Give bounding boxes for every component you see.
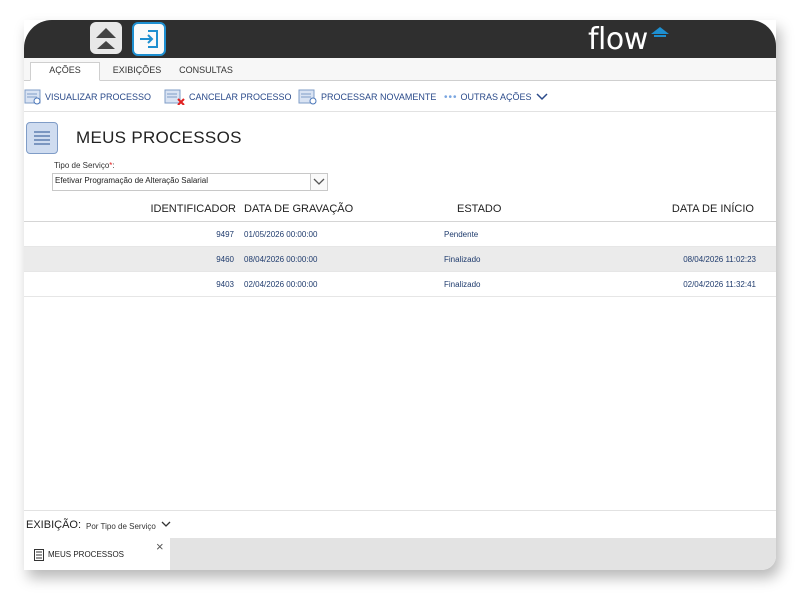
processes-icon [26, 122, 58, 154]
cell-id: 9460 [216, 255, 234, 264]
view-label: EXIBIÇÃO: [26, 519, 82, 531]
label-colon: : [112, 161, 115, 170]
more-actions-button[interactable]: ••• Outras Ações [444, 89, 552, 105]
dots-icon: ••• [444, 91, 458, 103]
page-title: MEUS PROCESSOS [76, 128, 242, 147]
app-window: flow Ações Exibições Consultas Visualiza… [24, 20, 776, 570]
table-row[interactable]: 9497 01/05/2026 00:00:00 Pendente [24, 222, 776, 247]
view-process-label: Visualizar Processo [45, 92, 152, 102]
logo-triangle-icon [651, 27, 669, 37]
tab-bar: Ações Exibições Consultas [24, 58, 776, 81]
table-header: Identificador Data de Gravação Estado Da… [24, 197, 776, 222]
cancel-process-icon [164, 89, 185, 105]
cell-saved: 02/04/2026 00:00:00 [244, 280, 318, 289]
tab-acoes[interactable]: Ações [30, 62, 100, 81]
cell-state: Pendente [444, 230, 479, 239]
cancel-process-label: Cancelar Processo [189, 92, 292, 102]
table-row[interactable]: 9403 02/04/2026 00:00:00 Finalizado 02/0… [24, 272, 776, 297]
service-type-value: Efetivar Programação de Alteração Salari… [55, 176, 208, 185]
cell-id: 9497 [216, 230, 234, 239]
cancel-process-button[interactable]: Cancelar Processo [164, 89, 292, 105]
home-button[interactable] [90, 22, 122, 54]
reprocess-label: Processar Novamente [321, 92, 437, 102]
view-value: Por Tipo de Serviço [86, 522, 156, 531]
cell-saved: 08/04/2026 00:00:00 [244, 255, 318, 264]
cell-start: 08/04/2026 11:02:23 [683, 255, 756, 264]
more-actions-label: Outras Ações [460, 92, 532, 102]
col-estado[interactable]: Estado [457, 203, 501, 215]
cell-saved: 01/05/2026 00:00:00 [244, 230, 318, 239]
col-identificador[interactable]: Identificador [150, 203, 236, 215]
view-selector[interactable]: Por Tipo de Serviço [86, 521, 172, 531]
home-icon [96, 28, 116, 49]
cell-state: Finalizado [444, 255, 481, 264]
select-dropdown-button[interactable] [310, 174, 327, 190]
service-type-select[interactable]: Efetivar Programação de Alteração Salari… [52, 173, 328, 191]
processes-table: Identificador Data de Gravação Estado Da… [24, 197, 776, 297]
flow-logo: flow [588, 22, 669, 58]
chevron-down-icon [161, 521, 171, 527]
col-data-inicio[interactable]: Data de Início [672, 203, 754, 215]
task-meus-processos[interactable]: Meus Processos × [24, 538, 170, 570]
cell-state: Finalizado [444, 280, 481, 289]
col-data-gravacao[interactable]: Data de Gravação [244, 203, 353, 215]
service-type-label: Tipo de Serviço*: [54, 161, 115, 170]
view-process-button[interactable]: Visualizar Processo [24, 89, 151, 105]
exit-icon [140, 30, 158, 48]
view-footer: EXIBIÇÃO: Por Tipo de Serviço [24, 510, 776, 539]
cell-id: 9403 [216, 280, 234, 289]
task-label: Meus Processos [48, 550, 125, 559]
reprocess-button[interactable]: Processar Novamente [298, 89, 436, 105]
reprocess-icon [298, 89, 317, 105]
exit-button[interactable] [132, 22, 166, 56]
tab-exibicoes[interactable]: Exibições [108, 63, 166, 80]
chevron-down-icon [536, 93, 548, 101]
cell-start: 02/04/2026 11:32:41 [683, 280, 756, 289]
chevron-down-icon [313, 178, 325, 185]
action-toolbar: Visualizar Processo Cancelar Processo Pr… [24, 81, 776, 112]
top-bar: flow [24, 20, 776, 58]
task-bar: Meus Processos × [24, 538, 776, 570]
table-row[interactable]: 9460 08/04/2026 00:00:00 Finalizado 08/0… [24, 247, 776, 272]
view-process-icon [24, 89, 41, 105]
logo-text: flow [588, 22, 648, 57]
page-header: MEUS PROCESSOS [24, 121, 242, 155]
list-icon [34, 549, 44, 561]
tab-consultas[interactable]: Consultas [176, 63, 236, 80]
service-type-label-text: Tipo de Serviço [54, 161, 110, 170]
close-icon[interactable]: × [156, 539, 164, 554]
